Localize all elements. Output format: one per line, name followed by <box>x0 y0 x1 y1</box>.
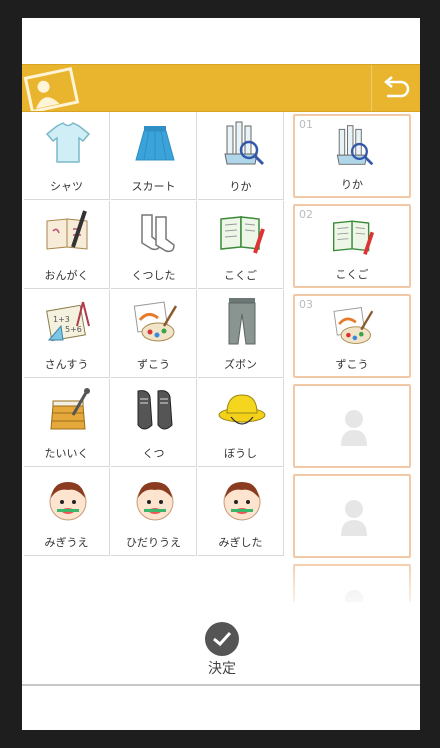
socks-icon <box>141 214 175 253</box>
card-label: みぎうえ <box>44 536 89 549</box>
card-brush-upper-left[interactable]: ひだりうえ <box>111 468 197 556</box>
schedule-slot-4[interactable] <box>293 384 411 468</box>
card-shoes[interactable]: くつ <box>111 379 197 467</box>
person-placeholder-icon <box>341 500 367 536</box>
japanese-book-pencil-icon <box>220 216 265 254</box>
slot-label: ずこう <box>335 358 369 371</box>
card-socks[interactable]: くつした <box>111 201 197 289</box>
card-pants[interactable]: ズボン <box>198 290 284 378</box>
card-label: ズボン <box>224 358 257 371</box>
shirt-icon <box>45 122 91 163</box>
brushing-teeth-icon <box>49 482 87 521</box>
card-label: ずこう <box>137 358 170 371</box>
svg-text:5+6: 5+6 <box>65 325 82 334</box>
card-label: くつ <box>142 447 165 460</box>
card-label: おんがく <box>44 269 89 282</box>
slot-label: こくご <box>335 268 369 281</box>
vaulting-box-icon <box>50 388 90 430</box>
slot-number: 02 <box>299 208 313 221</box>
math-notebook-icon: 1+3 5+6 <box>46 301 90 342</box>
card-music[interactable]: おんがく <box>24 201 110 289</box>
art-palette-icon <box>133 301 178 342</box>
top-bar <box>22 18 420 65</box>
svg-text:1+3: 1+3 <box>53 315 70 324</box>
schedule-slot-2[interactable]: 02 こくご <box>293 204 411 288</box>
yellow-hat-icon <box>218 394 266 425</box>
music-recorder-icon <box>46 210 88 250</box>
schedule-slot-3[interactable]: 03 ずこう <box>293 294 411 378</box>
back-arrow-icon <box>384 76 410 98</box>
schedule-slot-1[interactable]: 01 りか <box>293 114 411 198</box>
card-label: みぎした <box>218 536 263 549</box>
bottom-bar <box>22 684 420 730</box>
person-placeholder-icon <box>341 410 367 446</box>
photo-album-icon[interactable] <box>22 65 82 114</box>
card-label: シャツ <box>50 180 83 193</box>
art-palette-icon <box>333 307 374 344</box>
slot-number: 03 <box>299 298 313 311</box>
science-flask-icon <box>224 121 265 166</box>
schedule-slot-5[interactable] <box>293 474 411 558</box>
card-label: ぼうし <box>224 447 257 460</box>
app-screen: シャツ スカート りか おんがく くつした こくご 1+3 5+6 さんすう ず… <box>22 18 420 730</box>
schedule-column: 01 りか 02 こくご 03 ずこう <box>288 112 420 602</box>
header-bar <box>22 64 420 114</box>
card-pe[interactable]: たいいく <box>24 379 110 467</box>
card-brush-lower-right[interactable]: みぎした <box>198 468 284 556</box>
check-icon <box>205 622 239 656</box>
science-flask-icon <box>336 125 374 166</box>
slot-label: りか <box>341 178 363 191</box>
card-label: スカート <box>131 180 176 193</box>
card-label: ひだりうえ <box>126 536 181 549</box>
card-label: くつした <box>131 269 176 282</box>
shoes-icon <box>137 390 173 430</box>
japanese-book-pencil-icon <box>332 220 375 255</box>
card-math[interactable]: 1+3 5+6 さんすう <box>24 290 110 378</box>
card-label: こくご <box>224 269 257 282</box>
slot-number: 01 <box>299 118 313 131</box>
pants-icon <box>228 298 256 345</box>
brushing-teeth-icon <box>223 482 261 521</box>
card-rika[interactable]: りか <box>198 112 284 200</box>
decide-label: 決定 <box>208 661 236 677</box>
scroll-fade <box>288 558 420 618</box>
card-kokugo[interactable]: こくご <box>198 201 284 289</box>
card-skirt[interactable]: スカート <box>111 112 197 200</box>
card-brush-upper-right[interactable]: みぎうえ <box>24 468 110 556</box>
card-zukou[interactable]: ずこう <box>111 290 197 378</box>
card-label: さんすう <box>44 358 89 371</box>
card-shirt[interactable]: シャツ <box>24 112 110 200</box>
skirt-icon <box>135 126 175 161</box>
card-label: りか <box>229 180 252 193</box>
card-hat[interactable]: ぼうし <box>198 379 284 467</box>
decide-button[interactable]: 決定 <box>192 618 252 680</box>
card-label: たいいく <box>44 447 89 460</box>
brushing-teeth-icon <box>136 482 174 521</box>
back-button[interactable] <box>371 65 420 111</box>
